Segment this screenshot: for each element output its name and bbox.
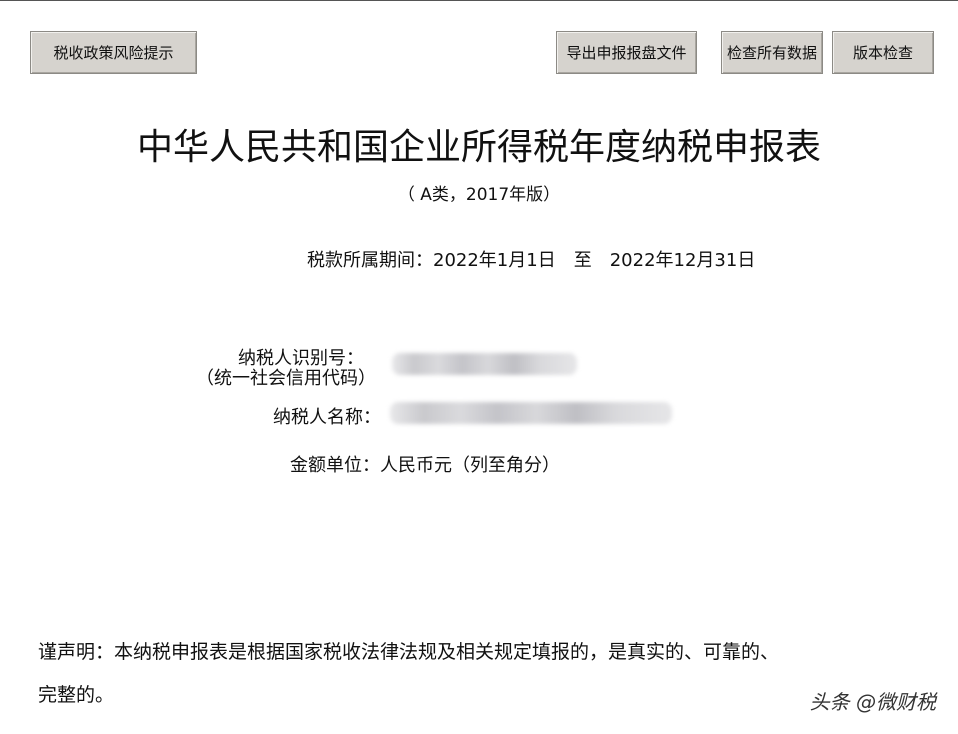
taxpayer-name-label: 纳税人名称： bbox=[273, 407, 381, 428]
period-start: 2022年1月1日 bbox=[433, 250, 556, 271]
top-border bbox=[0, 0, 958, 1]
declaration-line-2: 完整的。 bbox=[38, 684, 115, 706]
watermark: 头条 @微财税 bbox=[809, 690, 936, 714]
declaration-line-1: 谨声明：本纳税申报表是根据国家税收法律法规及相关规定填报的，是真实的、可靠的、 bbox=[38, 641, 780, 663]
version-check-button[interactable]: 版本检查 bbox=[832, 31, 934, 74]
currency-label: 金额单位：人民币元（列至角分） bbox=[290, 451, 560, 477]
period-to: 至 bbox=[573, 250, 592, 271]
taxpayer-name-value-redacted bbox=[390, 402, 672, 424]
taxpayer-id-sublabel: （统一社会信用代码） bbox=[196, 368, 376, 389]
taxpayer-id-value-redacted bbox=[392, 353, 577, 375]
export-declaration-file-button[interactable]: 导出申报报盘文件 bbox=[556, 31, 697, 74]
form-title: 中华人民共和国企业所得税年度纳税申报表 bbox=[136, 127, 821, 168]
check-all-data-button[interactable]: 检查所有数据 bbox=[721, 31, 823, 74]
period-end: 2022年12月31日 bbox=[609, 250, 756, 271]
currency-value: 人民币元（列至角分） bbox=[380, 455, 560, 476]
currency-label-text: 金额单位： bbox=[290, 455, 380, 476]
tax-policy-risk-button[interactable]: 税收政策风险提示 bbox=[30, 31, 197, 74]
tax-period: 税款所属期间：2022年1月1日至 2022年12月31日 bbox=[307, 246, 755, 272]
period-label: 税款所属期间： bbox=[307, 250, 433, 271]
form-subtitle: （ A类，2017年版） bbox=[397, 185, 561, 205]
